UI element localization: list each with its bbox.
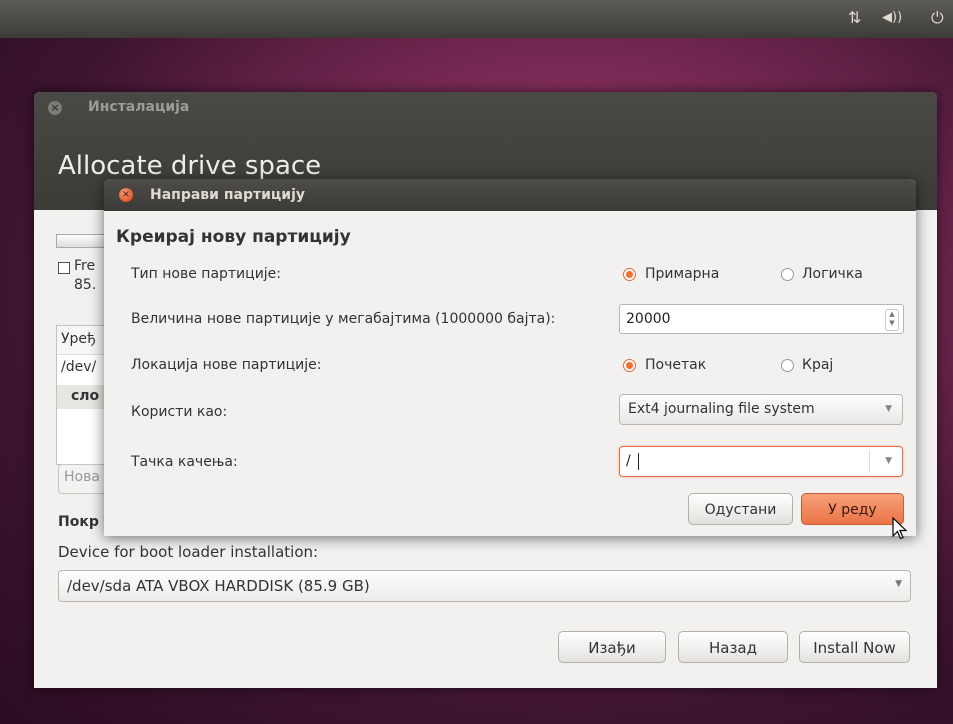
free-space-row-label: сло (71, 388, 100, 404)
network-icon[interactable]: ⇅ (848, 9, 861, 27)
ok-button[interactable]: У реду (801, 493, 904, 525)
beginning-radio-label[interactable]: Почетак (645, 357, 706, 373)
cancel-button[interactable]: Одустани (688, 493, 793, 525)
end-radio-label[interactable]: Крај (802, 357, 833, 373)
quit-button[interactable]: Изађи (558, 631, 666, 663)
table-row[interactable]: /dev/ (61, 359, 96, 375)
power-icon[interactable]: ⏻ (931, 9, 944, 27)
partition-table[interactable]: Уређ /dev/ сло (56, 325, 108, 465)
new-partition-table-label: Нова (64, 469, 100, 485)
boot-section-label: Покр (58, 514, 99, 530)
primary-radio-label[interactable]: Примарна (645, 266, 719, 282)
beginning-radio[interactable] (623, 359, 636, 372)
chevron-down-icon: ▼ (885, 404, 892, 414)
mount-point-input[interactable]: / ▼ (619, 446, 903, 477)
logical-radio-label[interactable]: Логичка (802, 266, 863, 282)
text-caret (638, 453, 639, 470)
top-panel: ⇅ ◀)) ⏻ (0, 0, 953, 38)
end-radio[interactable] (781, 359, 794, 372)
mount-point-label: Тачка качења: (131, 454, 238, 470)
free-space-checkbox[interactable] (58, 262, 70, 274)
create-partition-dialog: × Направи партицију Креирај нову партици… (104, 179, 916, 536)
boot-device-value: /dev/sda ATA VBOX HARDDISK (85.9 GB) (67, 577, 370, 595)
partition-size-value: 20000 (626, 311, 671, 327)
partition-size-stepper[interactable]: 20000 ▲ ▼ (619, 304, 904, 334)
partition-size-label: Величина нове партиције у мегабајтима (1… (131, 311, 556, 327)
dialog-heading: Креирај нову партицију (116, 227, 351, 247)
partition-location-label: Локација нове партиције: (131, 357, 322, 373)
install-now-button[interactable]: Install Now (799, 631, 910, 663)
use-as-label: Користи као: (131, 404, 228, 420)
device-column-header: Уређ (61, 331, 96, 347)
combo-separator (869, 450, 870, 473)
boot-device-select[interactable]: /dev/sda ATA VBOX HARDDISK (85.9 GB) ▼ (58, 570, 911, 602)
volume-icon[interactable]: ◀)) (882, 9, 902, 27)
dialog-title: Направи партицију (150, 187, 306, 203)
free-space-size: 85. (74, 277, 97, 293)
chevron-down-icon[interactable]: ▼ (885, 456, 892, 466)
mouse-pointer-icon (892, 517, 908, 540)
use-as-select[interactable]: Ext4 journaling file system ▼ (619, 394, 903, 425)
chevron-down-icon: ▼ (895, 579, 902, 589)
back-button[interactable]: Назад (678, 631, 788, 663)
primary-radio[interactable] (623, 268, 636, 281)
mount-point-value: / (626, 453, 631, 469)
logical-radio[interactable] (781, 268, 794, 281)
stepper-arrows-icon[interactable]: ▲ ▼ (885, 309, 899, 331)
close-icon[interactable]: × (119, 188, 133, 202)
page-title: Allocate drive space (58, 151, 322, 181)
window-title: Инсталација (88, 99, 190, 115)
free-space-label: Fre (74, 258, 96, 274)
dialog-titlebar: × Направи партицију (104, 179, 916, 211)
partition-type-label: Тип нове партиције: (131, 266, 282, 282)
close-icon[interactable]: × (48, 101, 62, 115)
boot-loader-label: Device for boot loader installation: (58, 543, 319, 561)
use-as-value: Ext4 journaling file system (628, 401, 815, 417)
